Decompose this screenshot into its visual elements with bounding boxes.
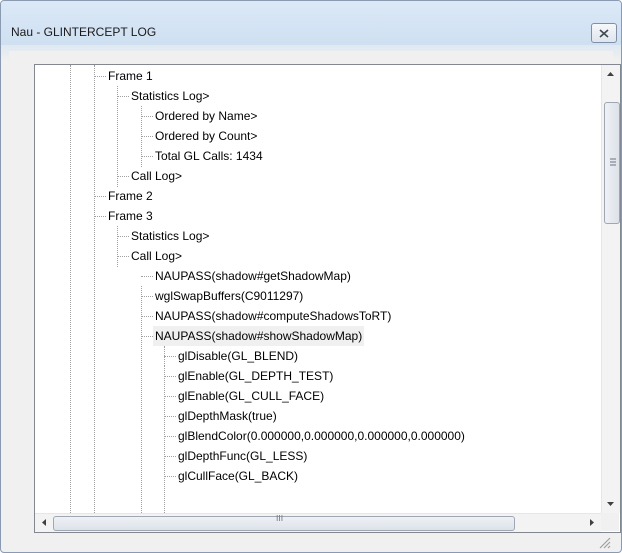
tree-line <box>117 176 129 177</box>
tree-node-ordered-by-name[interactable]: Ordered by Name> <box>153 106 259 126</box>
tree-line <box>141 316 153 317</box>
tree-line <box>164 346 165 366</box>
tree-line <box>164 416 176 417</box>
tree-node-ordered-by-count[interactable]: Ordered by Count> <box>153 126 259 146</box>
tree-node-frame-3[interactable]: Frame 3 <box>106 206 155 226</box>
tree-node-call[interactable]: glDisable(GL_BLEND) <box>176 346 300 366</box>
tree-node-call[interactable]: wglSwapBuffers(C9011297) <box>153 286 305 306</box>
tree-line <box>141 116 153 117</box>
tree-line <box>94 65 95 513</box>
tree-line <box>117 236 129 237</box>
tree-line <box>117 226 118 267</box>
tree-line <box>141 136 153 137</box>
tree-node-call[interactable]: glDepthFunc(GL_LESS) <box>176 446 309 466</box>
window-title: Nau - GLINTERCEPT LOG <box>11 25 157 39</box>
title-bar[interactable]: Nau - GLINTERCEPT LOG <box>1 1 621 45</box>
tree-line <box>141 156 153 157</box>
tree-node-call-log[interactable]: Call Log> <box>129 246 184 266</box>
scroll-up-arrow-icon <box>607 71 614 76</box>
client-area: Frame 1 Statistics Log> Ordered by Name>… <box>9 51 621 544</box>
grip-icon <box>610 158 616 166</box>
tree-node-call[interactable]: glEnable(GL_CULL_FACE) <box>176 386 326 406</box>
tree-line <box>164 376 176 377</box>
tree-line <box>141 276 153 277</box>
tree-line <box>164 436 176 437</box>
tree-node-statistics-log[interactable]: Statistics Log> <box>129 86 211 106</box>
log-window: Nau - GLINTERCEPT LOG Frame 1 Statistics… <box>0 0 622 553</box>
tree-line <box>164 396 176 397</box>
horizontal-scrollbar[interactable]: III <box>35 513 601 532</box>
tree-node-call[interactable]: glDepthMask(true) <box>176 406 279 426</box>
close-icon <box>599 28 609 38</box>
tree-node-call[interactable]: glCullFace(GL_BACK) <box>176 466 300 486</box>
tree-line <box>141 336 153 337</box>
scroll-left-arrow-icon <box>41 519 46 526</box>
grip-icon: III <box>276 514 284 523</box>
tree-node-frame-2[interactable]: Frame 2 <box>106 186 155 206</box>
scroll-down-arrow-icon <box>607 501 614 506</box>
tree-line <box>164 476 176 477</box>
tree-node-call-log[interactable]: Call Log> <box>129 166 184 186</box>
tree-line <box>94 216 106 217</box>
scroll-up-button[interactable] <box>602 65 619 82</box>
tree-line <box>164 456 176 457</box>
scroll-right-button[interactable] <box>583 514 600 531</box>
scroll-down-button[interactable] <box>602 495 619 512</box>
tree-content: Frame 1 Statistics Log> Ordered by Name>… <box>35 65 601 513</box>
scroll-right-arrow-icon <box>589 519 594 526</box>
vertical-scrollbar[interactable] <box>601 65 620 513</box>
resize-grip-icon[interactable] <box>597 535 611 549</box>
horizontal-scroll-thumb[interactable]: III <box>53 514 515 531</box>
tree-line <box>117 86 118 187</box>
tree-node-call[interactable]: NAUPASS(shadow#getShadowMap) <box>153 266 353 286</box>
tree-line <box>117 96 129 97</box>
tree-line <box>94 76 106 77</box>
tree-line <box>141 296 153 297</box>
tree-line <box>94 196 106 197</box>
tree-line <box>117 256 129 257</box>
tree-line <box>164 356 176 357</box>
log-tree-view[interactable]: Frame 1 Statistics Log> Ordered by Name>… <box>34 64 621 533</box>
scrollbar-corner <box>601 513 619 531</box>
tree-node-call[interactable]: NAUPASS(shadow#computeShadowsToRT) <box>153 306 393 326</box>
tree-line <box>70 65 71 513</box>
tree-line <box>141 286 142 513</box>
tree-node-call[interactable]: glBlendColor(0.000000,0.000000,0.000000,… <box>176 426 467 446</box>
tree-line <box>164 366 165 513</box>
scroll-left-button[interactable] <box>35 514 52 531</box>
tree-node-call[interactable]: glEnable(GL_DEPTH_TEST) <box>176 366 335 386</box>
tree-node-total-gl-calls[interactable]: Total GL Calls: 1434 <box>153 146 265 166</box>
tree-node-frame-1[interactable]: Frame 1 <box>106 66 155 86</box>
close-button[interactable] <box>591 23 617 43</box>
tree-node-statistics-log[interactable]: Statistics Log> <box>129 226 211 246</box>
vertical-scroll-thumb[interactable] <box>604 102 620 224</box>
tree-node-selected[interactable]: NAUPASS(shadow#showShadowMap) <box>153 326 365 346</box>
